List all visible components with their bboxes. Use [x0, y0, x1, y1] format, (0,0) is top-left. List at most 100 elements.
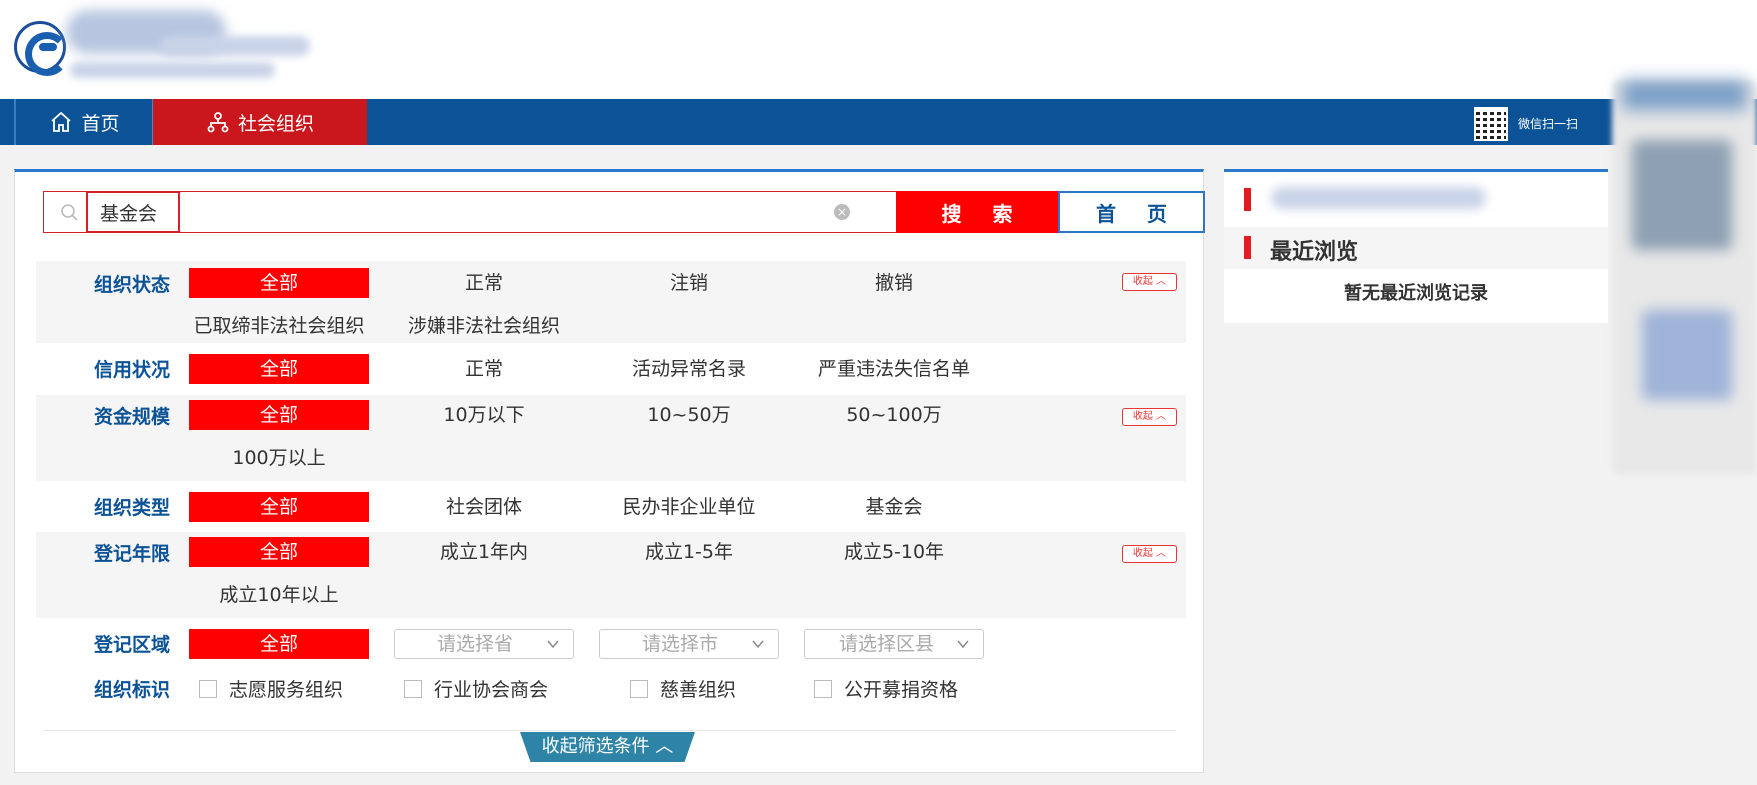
collapse-toggle[interactable]: 收起 ︿ [1122, 408, 1177, 426]
collapse-filters-button[interactable]: 收起筛选条件 ︿ [520, 732, 695, 762]
filter-label: 资金规模 [93, 406, 170, 428]
filter-option[interactable]: 全部 [189, 537, 369, 567]
nav-item-home[interactable]: 首页 [16, 99, 153, 145]
chevron-down-icon [752, 640, 764, 649]
filter-divider [43, 730, 1176, 731]
main-nav: 首页 社会组织 微信扫一扫 [0, 99, 1757, 145]
redacted-site-name [160, 36, 310, 56]
filter-option[interactable]: 注销 [599, 268, 779, 298]
wechat-scan-label: 微信扫一扫 [1518, 117, 1579, 131]
mark-checkbox[interactable]: 慈善组织 [630, 675, 736, 702]
filter-label: 组织状态 [93, 274, 170, 296]
filter-row-capital: 资金规模 全部 10万以下 10~50万 50~100万 100万以上 收起 ︿ [36, 395, 1186, 481]
nav-home-label: 首页 [81, 112, 120, 135]
checkbox-icon [630, 679, 648, 698]
redacted-site-subtitle [70, 62, 275, 78]
collapse-toggle[interactable]: 收起 ︿ [1122, 545, 1177, 563]
side-row-redacted [1224, 172, 1608, 227]
filter-option[interactable]: 民办非企业单位 [599, 492, 779, 522]
mark-checkbox[interactable]: 志愿服务组织 [199, 675, 343, 702]
filter-option[interactable]: 100万以上 [189, 443, 369, 473]
filter-option[interactable]: 全部 [189, 629, 369, 659]
clear-icon[interactable]: × [834, 204, 850, 220]
filter-label: 登记区域 [93, 634, 170, 656]
filter-row-type: 组织类型 全部 社会团体 民办非企业单位 基金会 [36, 488, 1186, 526]
filter-label: 组织标识 [93, 679, 170, 701]
city-placeholder: 请选择市 [642, 633, 719, 655]
mark-label: 行业协会商会 [434, 679, 549, 701]
section-marker [1244, 236, 1251, 259]
province-select[interactable]: 请选择省 [394, 629, 574, 659]
filter-option[interactable]: 严重违法失信名单 [804, 354, 984, 384]
filter-option[interactable]: 活动异常名录 [599, 354, 779, 384]
wechat-qr-code-icon[interactable] [1474, 107, 1508, 141]
search-input[interactable] [86, 191, 844, 233]
filter-option[interactable]: 成立1年内 [394, 537, 574, 567]
search-bar: × 搜 索 首 页 [43, 191, 1205, 233]
recent-browse-empty: 暂无最近浏览记录 [1344, 283, 1488, 304]
mark-label: 志愿服务组织 [229, 679, 344, 701]
filter-row-credit: 信用状况 全部 正常 活动异常名录 严重违法失信名单 [36, 350, 1186, 388]
mark-label: 公开募捐资格 [844, 679, 959, 701]
chevron-down-icon [957, 640, 969, 649]
filter-option[interactable]: 成立1-5年 [599, 537, 779, 567]
filter-row-region: 登记区域 全部 请选择省 请选择市 请选择区县 [36, 624, 1186, 664]
filter-option[interactable]: 10万以下 [394, 400, 574, 430]
mark-label: 慈善组织 [660, 679, 737, 701]
filter-option[interactable]: 全部 [189, 268, 369, 298]
filter-option[interactable]: 10~50万 [599, 400, 779, 430]
filter-option[interactable]: 成立10年以上 [189, 580, 369, 610]
filter-option[interactable]: 基金会 [804, 492, 984, 522]
province-placeholder: 请选择省 [437, 633, 514, 655]
search-icon [61, 204, 78, 221]
mark-checkbox[interactable]: 行业协会商会 [404, 675, 548, 702]
filter-row-marks: 组织标识 志愿服务组织 行业协会商会 慈善组织 公开募捐资格 [36, 669, 1186, 709]
district-placeholder: 请选择区县 [839, 633, 935, 655]
checkbox-icon [814, 679, 832, 698]
filter-option[interactable]: 涉嫌非法社会组织 [394, 311, 574, 341]
site-header [0, 0, 1757, 99]
filter-option[interactable]: 社会团体 [394, 492, 574, 522]
collapse-label: 收起 [1132, 276, 1153, 287]
filter-option[interactable]: 全部 [189, 492, 369, 522]
filter-option[interactable]: 已取缔非法社会组织 [179, 311, 379, 341]
redacted-widget-header [1622, 80, 1747, 110]
filter-label: 组织类型 [93, 497, 170, 519]
filter-option[interactable]: 正常 [394, 268, 574, 298]
home-button[interactable]: 首 页 [1058, 191, 1205, 233]
city-select[interactable]: 请选择市 [599, 629, 779, 659]
filter-option[interactable]: 全部 [189, 354, 369, 384]
collapse-label: 收起 [1132, 548, 1153, 559]
floating-side-widget[interactable] [1612, 80, 1757, 475]
redacted-sidebar-text [1271, 187, 1486, 209]
recent-browse-header: 最近浏览 [1224, 227, 1608, 269]
checkbox-icon [199, 679, 217, 698]
section-marker [1244, 188, 1251, 211]
nav-social-org-label: 社会组织 [237, 112, 314, 135]
district-select[interactable]: 请选择区县 [804, 629, 984, 659]
filter-option[interactable]: 成立5-10年 [804, 537, 984, 567]
org-chart-icon [207, 112, 229, 133]
filter-row-status: 组织状态 全部 正常 注销 撤销 已取缔非法社会组织 涉嫌非法社会组织 收起 ︿ [36, 261, 1186, 343]
chevron-down-icon [547, 640, 559, 649]
filter-panel: × 搜 索 首 页 组织状态 全部 正常 注销 撤销 已取缔非法社会组织 涉嫌非… [14, 169, 1205, 773]
filter-row-years: 登记年限 全部 成立1年内 成立1-5年 成立5-10年 成立10年以上 收起 … [36, 532, 1186, 618]
filter-option[interactable]: 50~100万 [804, 400, 984, 430]
redacted-widget-qr [1642, 310, 1732, 400]
mark-checkbox[interactable]: 公开募捐资格 [814, 675, 958, 702]
filter-option[interactable]: 正常 [394, 354, 574, 384]
filter-option[interactable]: 撤销 [804, 268, 984, 298]
collapse-filters-label: 收起筛选条件 [541, 736, 650, 757]
redacted-widget-qr [1632, 140, 1732, 250]
nav-item-social-org[interactable]: 社会组织 [153, 99, 367, 145]
filter-label: 登记年限 [93, 543, 170, 565]
filter-option[interactable]: 全部 [189, 400, 369, 430]
checkbox-icon [404, 679, 422, 698]
collapse-toggle[interactable]: 收起 ︿ [1122, 273, 1177, 291]
recent-browse-panel: 最近浏览 暂无最近浏览记录 [1224, 169, 1608, 323]
recent-browse-title: 最近浏览 [1270, 240, 1359, 265]
site-logo-icon[interactable] [14, 21, 69, 76]
search-button[interactable]: 搜 索 [896, 191, 1058, 233]
filter-label: 信用状况 [93, 359, 170, 381]
home-icon [51, 111, 72, 132]
